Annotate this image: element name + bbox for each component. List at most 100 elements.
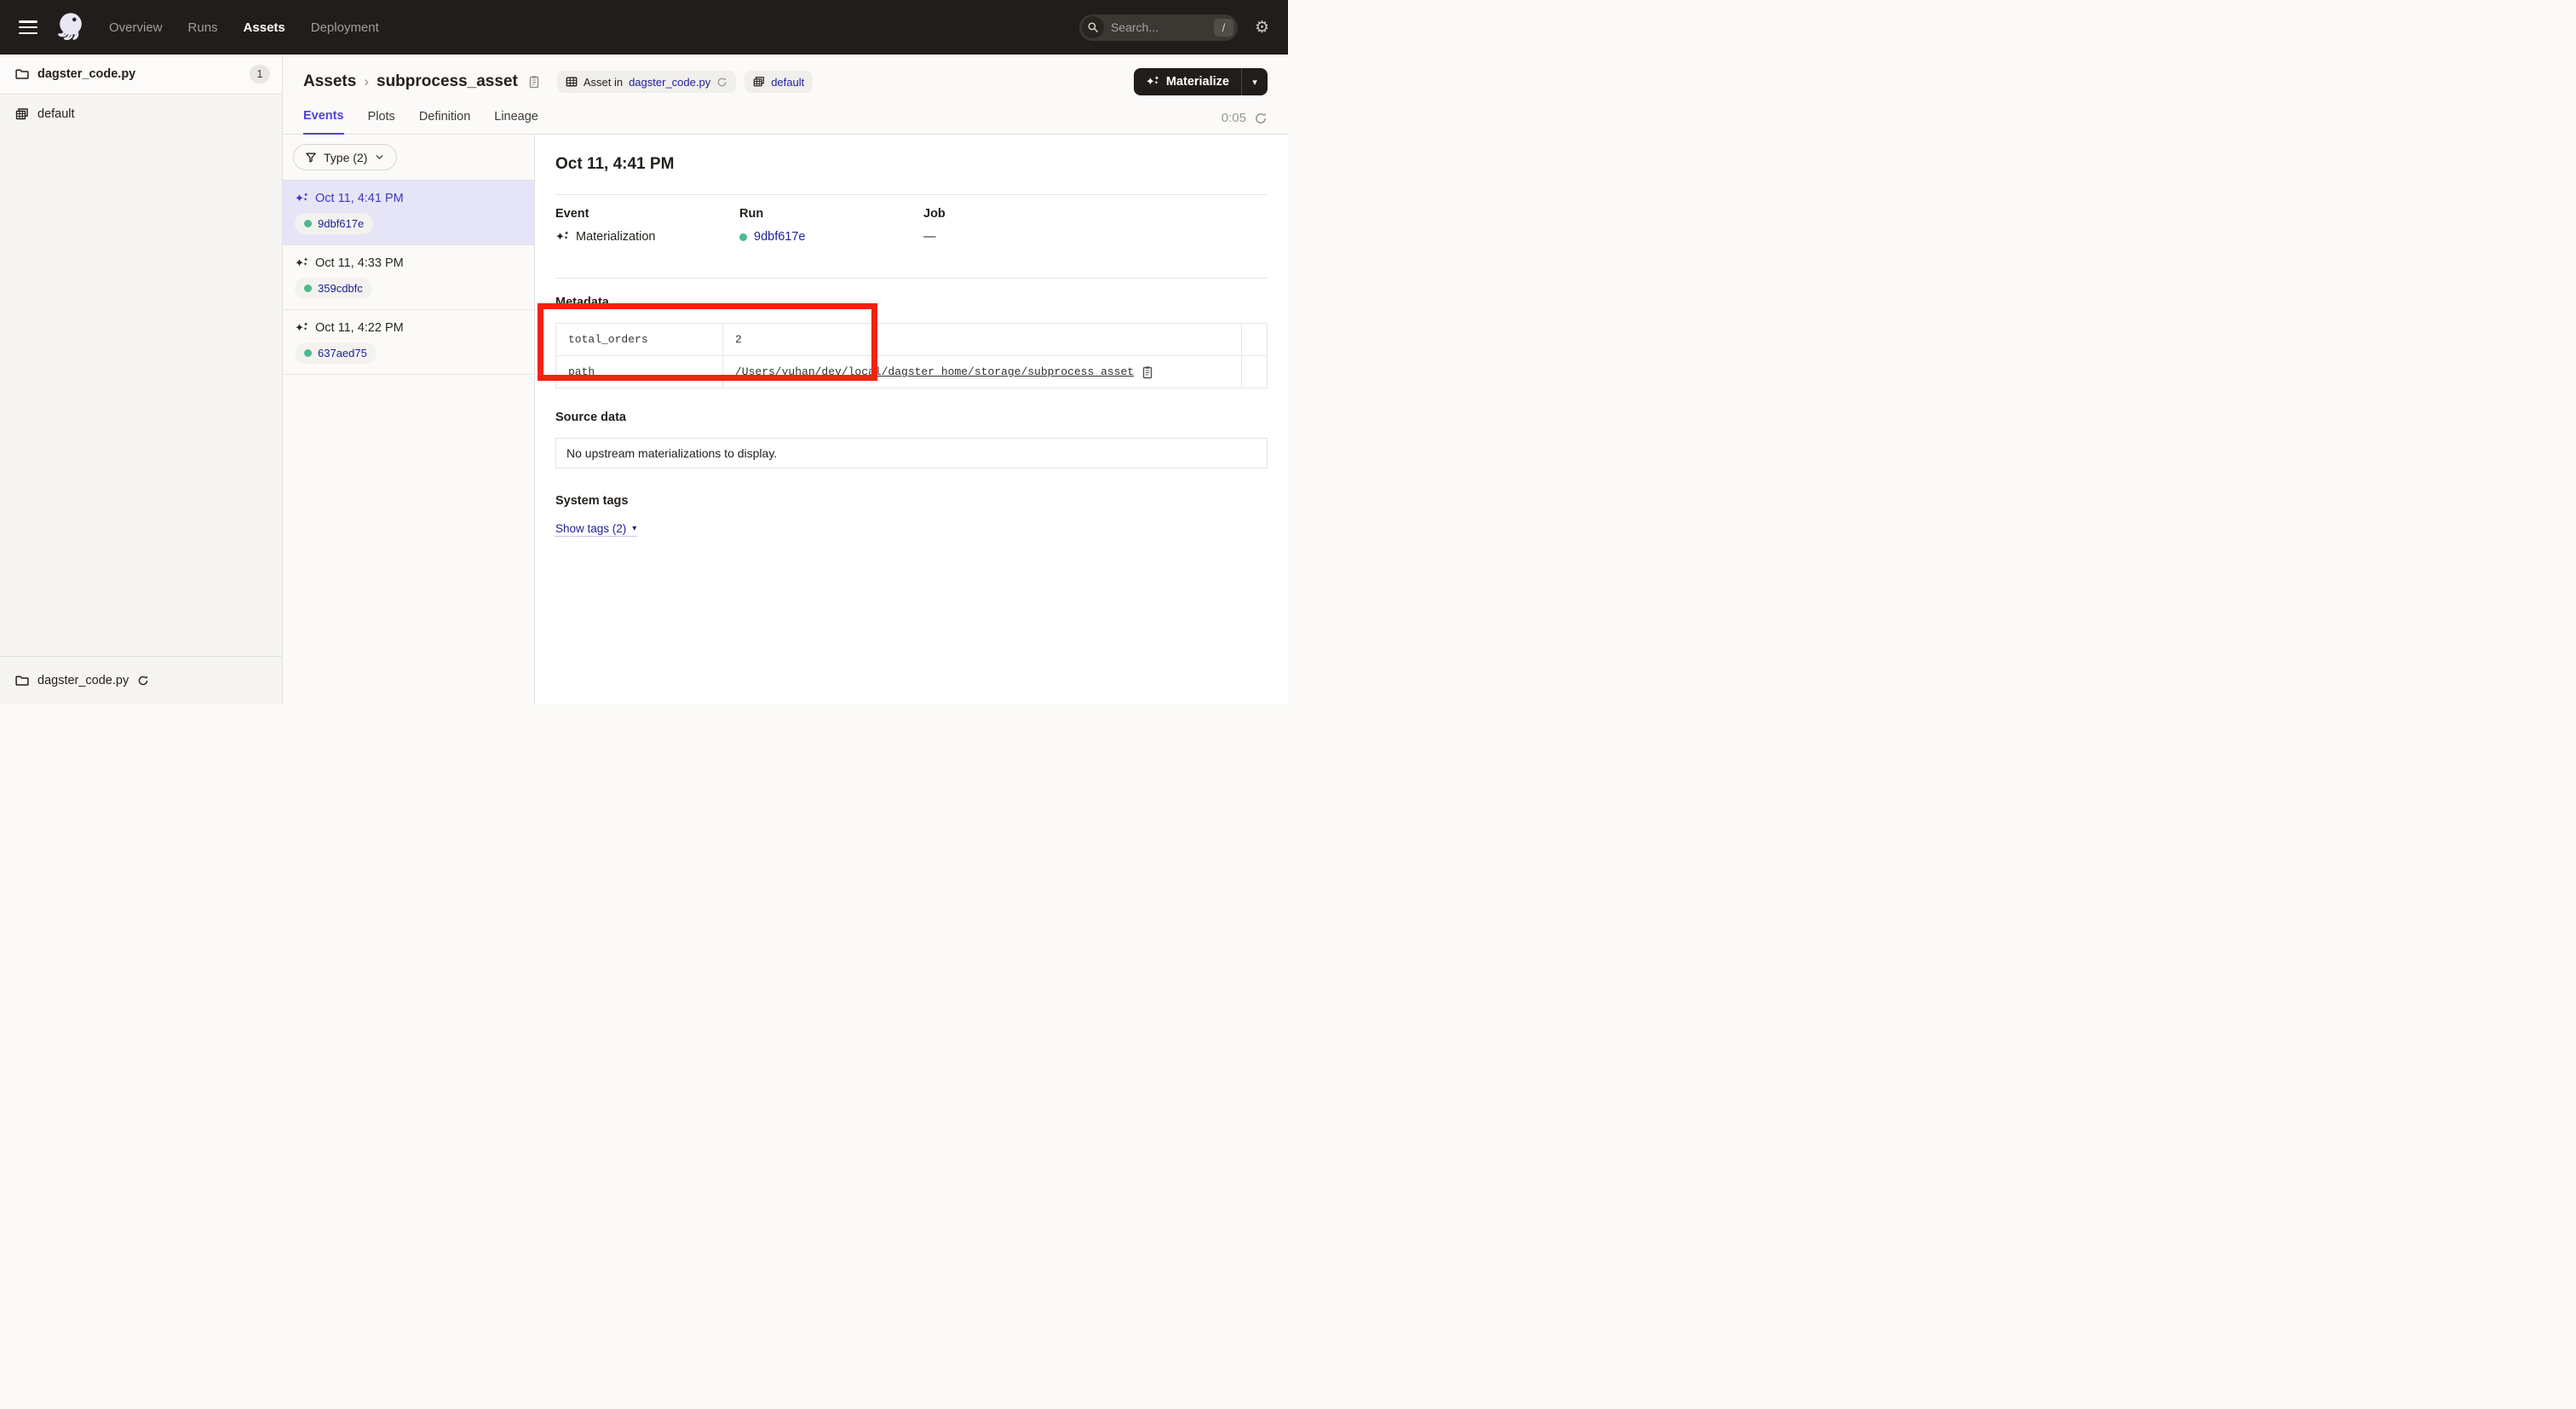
asset-group-icon (753, 76, 765, 88)
asset-sidebar: dagster_code.py 1 default dagster_code.p… (0, 55, 283, 704)
source-data-empty-state: No upstream materializations to display. (555, 438, 1268, 469)
materialization-sparkles-icon (295, 256, 308, 270)
system-tags-heading: System tags (555, 494, 1268, 508)
nav-item-assets[interactable]: Assets (244, 20, 285, 35)
footer-code-location-label: dagster_code.py (37, 674, 129, 687)
run-status-dot (304, 349, 312, 357)
run-id-link: 359cdbfc (318, 282, 363, 295)
job-column-label: Job (923, 207, 1268, 221)
job-value-empty: — (923, 230, 936, 244)
run-id-chip[interactable]: 359cdbfc (295, 278, 372, 299)
chip-prefix: Asset in (584, 76, 623, 89)
run-status-dot (739, 233, 747, 241)
tab-events[interactable]: Events (303, 109, 344, 135)
run-id-chip[interactable]: 9dbf617e (295, 213, 373, 234)
chip-group-link[interactable]: default (771, 76, 804, 89)
event-timestamp: Oct 11, 4:33 PM (315, 256, 404, 270)
dagster-logo[interactable] (55, 10, 87, 45)
materialize-button[interactable]: Materialize (1134, 75, 1241, 89)
metadata-key: total_orders (556, 324, 723, 356)
primary-nav: Overview Runs Assets Deployment (109, 20, 379, 35)
event-summary-grid: Event Materialization Run 9dbf617e (555, 207, 1268, 244)
breadcrumb: Assets › subprocess_asset Asset in dagst… (303, 63, 1268, 101)
tab-lineage[interactable]: Lineage (494, 110, 538, 134)
group-label: default (37, 107, 75, 121)
folder-icon (15, 67, 29, 81)
metadata-actions-cell (1242, 356, 1268, 388)
type-filter-button[interactable]: Type (2) (293, 144, 397, 170)
nav-item-runs[interactable]: Runs (188, 20, 218, 35)
show-tags-label: Show tags (2) (555, 522, 626, 535)
tab-definition[interactable]: Definition (419, 110, 470, 134)
reload-icon[interactable] (716, 77, 727, 88)
show-tags-toggle[interactable]: Show tags (2) ▾ (555, 522, 636, 537)
nav-item-overview[interactable]: Overview (109, 20, 163, 35)
materialize-dropdown-caret[interactable]: ▾ (1242, 77, 1268, 88)
sidebar-item-default-group[interactable]: default (0, 95, 282, 133)
metadata-path-link[interactable]: /Users/yuhan/dev/local/dagster_home/stor… (735, 365, 1134, 378)
breadcrumb-assets-link[interactable]: Assets (303, 72, 356, 91)
chevron-down-icon (374, 152, 385, 163)
asset-count-badge: 1 (250, 65, 270, 83)
metadata-key: path (556, 356, 723, 388)
global-search[interactable]: / (1079, 14, 1238, 41)
event-timestamp: Oct 11, 4:22 PM (315, 321, 404, 335)
event-detail-panel: Oct 11, 4:41 PM Event Materialization Ru… (535, 135, 1288, 704)
sparkles-icon (1146, 75, 1159, 89)
materialization-sparkles-icon (555, 230, 569, 244)
breadcrumb-separator: › (364, 73, 369, 90)
run-id-chip[interactable]: 637aed75 (295, 342, 377, 364)
search-input[interactable] (1111, 20, 1203, 34)
metadata-heading: Metadata (555, 296, 1268, 309)
event-column-label: Event (555, 207, 739, 221)
run-id-link[interactable]: 9dbf617e (754, 230, 805, 244)
chip-code-location[interactable]: Asset in dagster_code.py (557, 71, 736, 93)
materialize-label: Materialize (1166, 75, 1229, 89)
search-shortcut-badge: / (1214, 19, 1233, 37)
run-status-dot (304, 285, 312, 292)
refresh-icon[interactable] (1254, 112, 1268, 125)
event-list-item[interactable]: Oct 11, 4:22 PM 637aed75 (283, 310, 534, 375)
tab-plots[interactable]: Plots (368, 110, 395, 134)
search-icon (1082, 16, 1104, 38)
events-filter-bar: Type (2) (283, 135, 534, 181)
hamburger-menu-icon[interactable] (19, 20, 37, 34)
materialize-split-button: Materialize ▾ (1134, 68, 1268, 95)
grid-icon (566, 76, 578, 88)
event-list-item[interactable]: Oct 11, 4:33 PM 359cdbfc (283, 245, 534, 310)
type-filter-label: Type (2) (324, 151, 367, 164)
copy-path-icon[interactable] (1141, 365, 1154, 379)
event-list-item[interactable]: Oct 11, 4:41 PM 9dbf617e (283, 181, 534, 245)
metadata-value: 2 (723, 324, 1242, 356)
code-location-label: dagster_code.py (37, 67, 135, 81)
page-title: subprocess_asset (377, 72, 518, 91)
run-column-label: Run (739, 207, 923, 221)
asset-group-icon (15, 107, 29, 121)
nav-item-deployment[interactable]: Deployment (311, 20, 379, 35)
run-status-dot (304, 220, 312, 227)
divider (555, 194, 1268, 195)
source-data-heading: Source data (555, 411, 1268, 424)
chip-group-default[interactable]: default (745, 71, 813, 93)
run-id-link: 637aed75 (318, 347, 367, 359)
asset-tabs: Events Plots Definition Lineage 0:05 (283, 101, 1288, 135)
metadata-table: total_orders 2 path /Users/yuhan/dev/loc… (555, 323, 1268, 388)
event-detail-title: Oct 11, 4:41 PM (555, 155, 1268, 174)
table-row: total_orders 2 (556, 324, 1268, 356)
top-navbar: Overview Runs Assets Deployment / ⚙ (0, 0, 1288, 55)
asset-header: Assets › subprocess_asset Asset in dagst… (283, 55, 1288, 101)
sidebar-code-location[interactable]: dagster_code.py 1 (0, 55, 282, 95)
copy-asset-name-icon[interactable] (527, 75, 541, 89)
event-type-value: Materialization (576, 230, 656, 244)
sidebar-footer-code-location: dagster_code.py (0, 656, 282, 704)
materialization-sparkles-icon (295, 192, 308, 205)
source-data-empty-message: No upstream materializations to display. (566, 446, 777, 460)
table-row: path /Users/yuhan/dev/local/dagster_home… (556, 356, 1268, 388)
reload-code-location-icon[interactable] (137, 675, 149, 687)
events-list-panel: Type (2) Oct 11, 4:41 PM 9dbf617e (283, 135, 535, 704)
settings-gear-icon[interactable]: ⚙ (1255, 20, 1269, 36)
materialization-sparkles-icon (295, 321, 308, 335)
metadata-actions-cell (1242, 324, 1268, 356)
chip-code-location-link[interactable]: dagster_code.py (629, 76, 710, 89)
caret-down-icon: ▾ (632, 524, 636, 533)
